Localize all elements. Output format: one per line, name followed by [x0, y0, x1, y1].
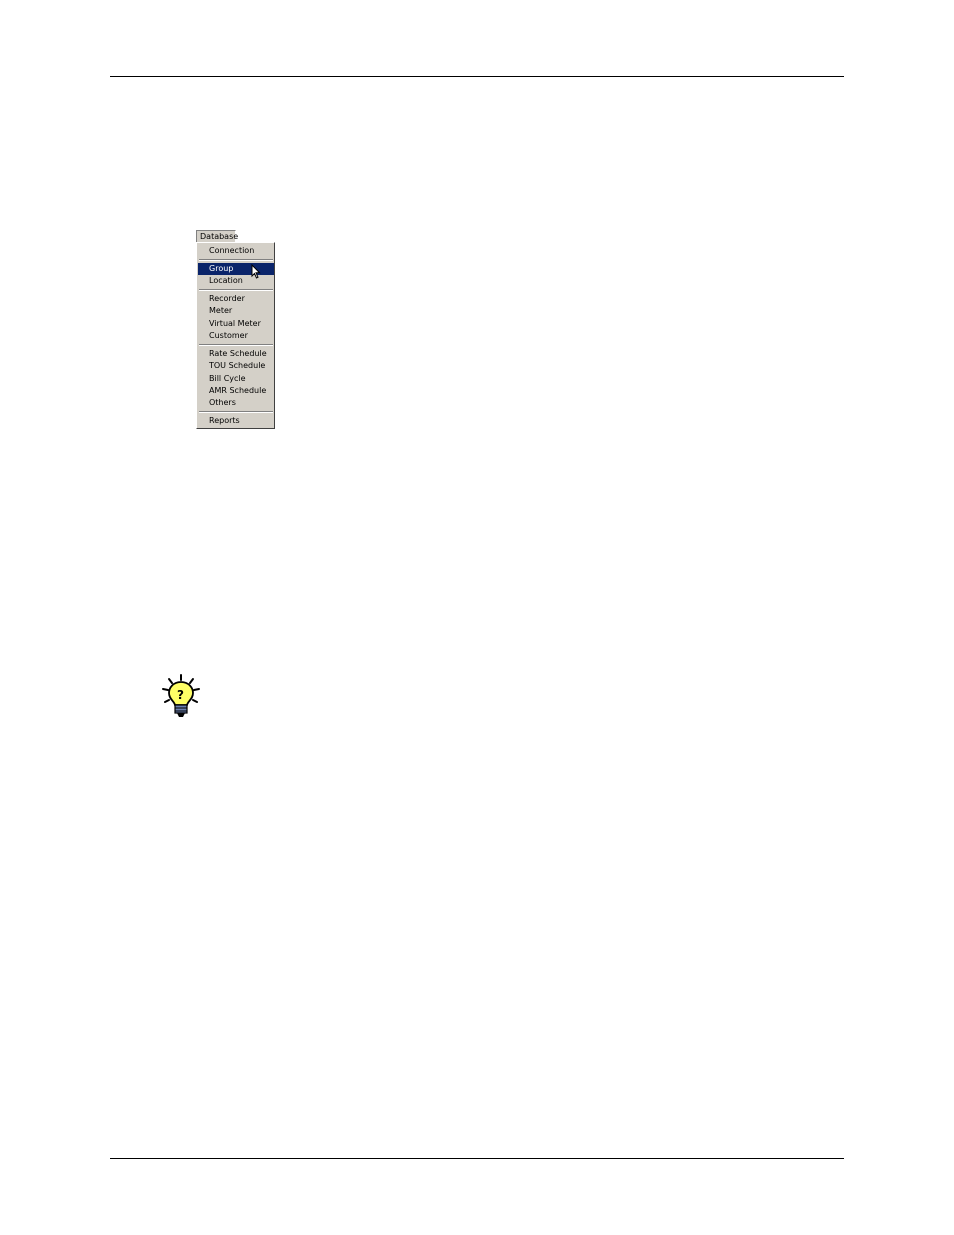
menu-separator	[199, 289, 273, 291]
menu-item-others[interactable]: Others	[198, 397, 274, 409]
database-dropdown-menu: Connection Group Location Recorder Meter…	[196, 242, 275, 429]
menu-item-amr-schedule[interactable]: AMR Schedule	[198, 385, 274, 397]
menu-item-bill-cycle[interactable]: Bill Cycle	[198, 373, 274, 385]
menu-separator	[199, 259, 273, 261]
menu-item-customer[interactable]: Customer	[198, 330, 274, 342]
menu-item-rate-schedule[interactable]: Rate Schedule	[198, 348, 274, 360]
menu-item-tou-schedule[interactable]: TOU Schedule	[198, 360, 274, 372]
menu-item-location[interactable]: Location	[198, 275, 274, 287]
menu-item-meter[interactable]: Meter	[198, 305, 274, 317]
menu-database[interactable]: Database	[196, 230, 238, 242]
footer-rule	[110, 1158, 844, 1159]
menu-separator	[199, 344, 273, 346]
menu-item-connection[interactable]: Connection	[198, 245, 274, 257]
svg-text:?: ?	[177, 688, 184, 702]
lightbulb-tip-icon: ?	[162, 674, 200, 717]
arrow-cursor-icon	[251, 264, 261, 279]
menu-item-recorder[interactable]: Recorder	[198, 293, 274, 305]
menu-item-reports[interactable]: Reports	[198, 415, 274, 427]
header-rule	[110, 76, 844, 77]
menu-item-virtual-meter[interactable]: Virtual Meter	[198, 318, 274, 330]
menu-separator	[199, 411, 273, 413]
menu-item-group[interactable]: Group	[198, 263, 274, 275]
